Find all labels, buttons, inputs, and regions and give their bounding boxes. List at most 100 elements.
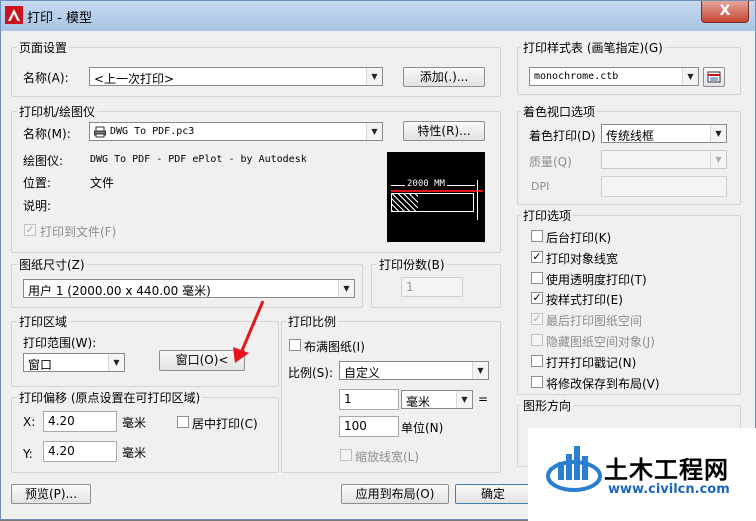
printer-name-label: 名称(M): (23, 127, 71, 141)
plot-option-checkbox[interactable]: ✓ (531, 292, 543, 305)
table-edit-icon (707, 71, 721, 83)
plot-option-checkbox[interactable]: ✓ (531, 250, 543, 263)
plot-option-label: 最后打印图纸空间 (546, 314, 643, 329)
fit-to-paper-checkbox[interactable] (289, 339, 301, 351)
plot-option-checkbox[interactable] (531, 230, 543, 242)
chevron-down-icon: ▼ (366, 123, 382, 140)
scale-units-input[interactable]: 100 (339, 416, 399, 437)
close-button[interactable]: X (701, 1, 749, 23)
printer-group-title: 打印机/绘图仪 (17, 103, 98, 120)
offset-y-input[interactable]: 4.20 (43, 441, 117, 462)
style-table-select[interactable]: monochrome.ctb ▼ (529, 67, 699, 86)
offset-x-label: X: (23, 415, 36, 429)
quality-select[interactable]: ▼ (601, 150, 727, 169)
civilcn-logo-icon (546, 446, 602, 492)
paper-size-title: 图纸尺寸(Z) (17, 256, 87, 273)
offset-x-unit: 毫米 (122, 416, 147, 430)
fit-to-paper-label: 布满图纸(I) (304, 340, 365, 354)
scale-lineweights-checkbox[interactable] (340, 449, 352, 461)
chevron-down-icon: ▼ (472, 362, 488, 379)
plot-option-label: 后台打印(K) (546, 231, 612, 245)
plotter-label: 绘图仪: (23, 154, 64, 168)
plot-option-label: 使用透明度打印(T) (546, 272, 647, 287)
plot-range-select[interactable]: 窗口 ▼ (23, 353, 125, 372)
offset-y-label: Y: (23, 447, 33, 461)
plot-offset-title: 打印偏移 (原点设置在可打印区域) (17, 389, 203, 406)
chevron-down-icon: ▼ (710, 151, 726, 168)
plot-option-label: 打印对象线宽 (546, 251, 619, 266)
scale-lineweights-label: 缩放线宽(L) (355, 450, 420, 464)
plot-option-checkbox[interactable] (531, 334, 543, 346)
style-table-title: 打印样式表 (画笔指定)(G) (521, 39, 665, 56)
apply-to-layout-button[interactable]: 应用到布局(O) (341, 484, 449, 504)
printer-icon (94, 126, 106, 138)
dpi-label: DPI (531, 180, 550, 193)
offset-x-input[interactable]: 4.20 (43, 411, 117, 432)
properties-button[interactable]: 特性(R)... (403, 121, 485, 141)
shaded-viewport-title: 着色视口选项 (521, 103, 598, 120)
copies-title: 打印份数(B) (377, 256, 447, 273)
arrow-annotation-icon (233, 300, 265, 363)
quality-label: 质量(Q) (529, 155, 572, 169)
location-value: 文件 (90, 176, 115, 190)
center-plot-checkbox[interactable] (177, 416, 189, 428)
location-label: 位置: (23, 176, 52, 190)
drawing-orientation-title: 图形方向 (521, 397, 574, 414)
plot-option-label: 将修改保存到布局(V) (546, 376, 660, 391)
watermark: 土木工程网 www.civilcn.com (528, 428, 756, 521)
paper-size-select[interactable]: 用户 1 (2000.00 x 440.00 毫米) ▼ (23, 279, 355, 298)
scale-unit-select[interactable]: 毫米 ▼ (401, 390, 473, 409)
chevron-down-icon: ▼ (108, 354, 124, 371)
autocad-logo-icon (5, 6, 23, 24)
watermark-brand: 土木工程网 (604, 456, 729, 484)
scale-value-input[interactable]: 1 (339, 389, 399, 410)
chevron-down-icon: ▼ (338, 280, 354, 297)
page-setup-name-select[interactable]: <上一次打印> ▼ (89, 67, 383, 86)
units-label: 单位(N) (401, 421, 444, 435)
plot-option-label: 隐藏图纸空间对象(J) (546, 335, 655, 349)
chevron-down-icon: ▼ (456, 391, 472, 408)
printer-name-select[interactable]: DWG To PDF.pc3 ▼ (89, 122, 383, 141)
preview-width-text: 2000 MM (405, 179, 447, 189)
plot-options-title: 打印选项 (521, 207, 574, 224)
plot-dialog: 打印 - 模型 X 页面设置 名称(A): <上一次打印> ▼ 添加(.)...… (0, 0, 756, 521)
scale-label: 比例(S): (288, 366, 334, 380)
offset-y-unit: 毫米 (122, 446, 147, 460)
paper-preview: 2000 MM (387, 152, 485, 242)
print-to-file-checkbox[interactable]: ✓ (24, 224, 36, 236)
plot-scale-title: 打印比例 (286, 313, 339, 330)
page-setup-name-label: 名称(A): (23, 71, 69, 85)
shade-plot-select[interactable]: 传统线框 ▼ (601, 124, 727, 143)
copies-spinner[interactable]: 1 (401, 277, 463, 297)
shade-plot-label: 着色打印(D) (529, 129, 596, 143)
preview-paper-edge (391, 190, 483, 192)
edit-style-table-button[interactable] (703, 67, 725, 87)
description-label: 说明: (23, 199, 52, 213)
add-button[interactable]: 添加(.)... (403, 67, 485, 87)
window-title: 打印 - 模型 (27, 11, 92, 26)
center-plot-label: 居中打印(C) (192, 417, 258, 431)
preview-button[interactable]: 预览(P)... (11, 484, 91, 504)
page-setup-title: 页面设置 (17, 39, 70, 56)
ok-button[interactable]: 确定 (455, 484, 531, 504)
plot-area-title: 打印区域 (17, 313, 70, 330)
plotter-value: DWG To PDF - PDF ePlot - by Autodesk (90, 154, 307, 165)
plot-option-label: 打开打印戳记(N) (546, 355, 637, 370)
print-to-file-label: 打印到文件(F) (40, 225, 117, 239)
equals-sign: = (478, 392, 489, 406)
scale-select[interactable]: 自定义 ▼ (339, 361, 489, 380)
plot-option-checkbox[interactable] (531, 375, 543, 388)
plot-option-checkbox[interactable] (531, 271, 543, 284)
watermark-url: www.civilcn.com (608, 482, 730, 497)
plot-option-checkbox[interactable] (531, 354, 543, 367)
chevron-down-icon: ▼ (682, 68, 698, 85)
plot-range-label: 打印范围(W): (23, 336, 97, 350)
plot-option-checkbox[interactable]: ✓ (531, 313, 543, 326)
chevron-down-icon: ▼ (366, 68, 382, 85)
dpi-input[interactable] (601, 176, 727, 197)
chevron-down-icon: ▼ (710, 125, 726, 142)
title-bar: 打印 - 模型 X (1, 1, 755, 31)
plot-option-label: 按样式打印(E) (546, 293, 623, 308)
preview-printable-area (392, 194, 418, 211)
preview-height-dimension (477, 180, 478, 220)
